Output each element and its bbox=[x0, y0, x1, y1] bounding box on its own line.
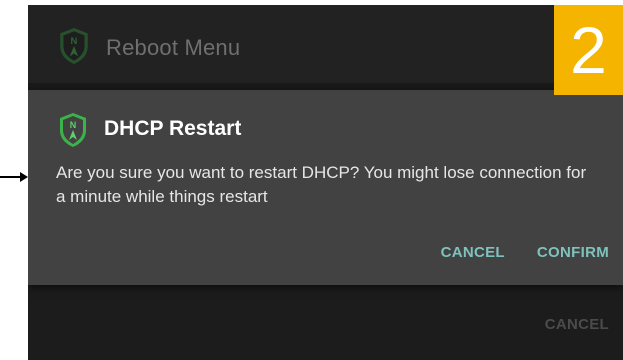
cancel-button[interactable]: CANCEL bbox=[441, 244, 505, 261]
confirm-button[interactable]: CONFIRM bbox=[537, 244, 609, 261]
shield-n-icon: N bbox=[60, 28, 88, 64]
dialog-actions: CANCEL CONFIRM bbox=[441, 244, 609, 261]
background-dialog-footer bbox=[28, 285, 623, 360]
svg-text:N: N bbox=[71, 36, 78, 47]
background-dialog-header: N Reboot Menu bbox=[28, 5, 623, 83]
dialog-title: DHCP Restart bbox=[104, 117, 242, 140]
shield-n-icon: N bbox=[60, 113, 86, 147]
screenshot-canvas: N Reboot Menu CANCEL N DHCP Restart Are … bbox=[0, 0, 623, 360]
device-screen: N Reboot Menu CANCEL N DHCP Restart Are … bbox=[28, 5, 623, 360]
background-dialog-title: Reboot Menu bbox=[106, 35, 241, 60]
background-cancel-button[interactable]: CANCEL bbox=[545, 316, 609, 333]
arrow-right-icon bbox=[0, 172, 28, 182]
dhcp-restart-dialog: N DHCP Restart Are you sure you want to … bbox=[28, 90, 623, 285]
step-number-badge: 2 bbox=[554, 5, 623, 95]
dialog-message: Are you sure you want to restart DHCP? Y… bbox=[56, 163, 587, 206]
svg-text:N: N bbox=[70, 120, 77, 130]
